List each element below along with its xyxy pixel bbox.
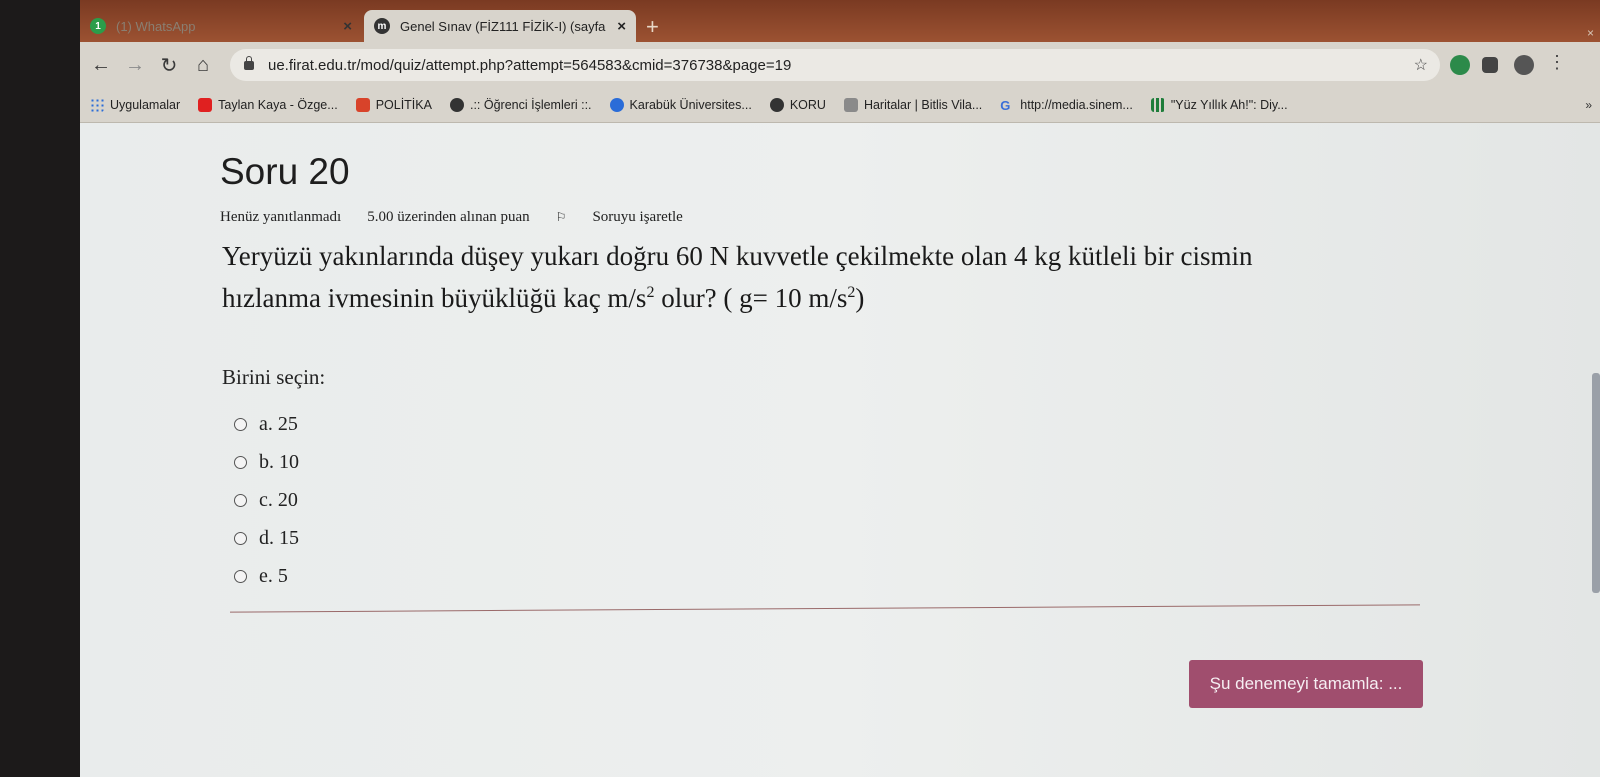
whatsapp-icon: 1 [90,18,106,34]
window-close-icon[interactable]: × [1587,26,1594,40]
lock-icon [244,55,254,70]
url-text: ue.firat.edu.tr/mod/quiz/attempt.php?att… [268,56,792,74]
question-line: Yeryüzü yakınlarında düşey yukarı doğru … [222,241,1253,271]
avatar[interactable] [1514,55,1534,75]
answer-label[interactable]: d. 15 [259,527,299,550]
bookmark-label: KORU [789,98,826,112]
circle-logo-icon [609,98,624,112]
map-logo-icon [843,98,858,112]
menu-dots-icon[interactable]: ⋮ [1548,52,1566,72]
answer-list: a. 25 b. 10 c. 20 d. 15 e. 5 [234,405,299,595]
answer-label[interactable]: b. 10 [259,451,299,474]
flag-label: Soruyu işaretle [592,209,683,225]
bookmark-item[interactable]: G http://media.sinem... [1000,98,1133,113]
answer-label[interactable]: e. 5 [259,565,288,588]
bookmark-item[interactable]: Haritalar | Bitlis Vila... [843,98,983,112]
bookmark-label: POLİTİKA [375,98,432,112]
question-fragment: ) [855,283,865,313]
reload-icon[interactable]: ↻ [152,53,186,78]
back-arrow-icon[interactable]: ← [84,54,118,77]
answer-label[interactable]: a. 25 [259,413,298,436]
extension-icon[interactable] [1450,55,1470,75]
tab-title: (1) WhatsApp [116,18,196,34]
answer-option[interactable]: c. 20 [234,481,299,519]
flag-icon: ⚐ [555,210,567,224]
bookmark-item[interactable]: .:: Öğrenci İşlemleri ::. [449,98,592,112]
bookmark-item[interactable]: Uygulamalar [90,98,180,112]
question-fragment: olur? ( g= 10 m/s [654,283,848,313]
page-title: Soru 20 [220,151,350,192]
question-status: Henüz yanıtlanmadı [220,209,342,225]
answer-option[interactable]: a. 25 [234,405,299,443]
tab-strip: 1 (1) WhatsApp × m Genel Sınav (FİZ111 F… [80,0,1600,42]
tab-quiz[interactable]: m Genel Sınav (FİZ111 FİZİK-I) (sayfa × [364,10,636,42]
youtube-icon [198,98,213,112]
radio-button[interactable] [234,531,247,545]
bookmark-item[interactable]: Karabük Üniversites... [609,98,752,112]
tab-whatsapp[interactable]: 1 (1) WhatsApp × [80,10,360,42]
close-icon[interactable]: × [343,18,352,35]
new-tab-button[interactable]: + [646,14,659,40]
answer-option[interactable]: d. 15 [234,519,299,557]
screen: 1 (1) WhatsApp × m Genel Sınav (FİZ111 F… [80,0,1600,777]
radio-button[interactable] [234,455,247,469]
scrollbar[interactable] [1592,373,1600,593]
bookmark-item[interactable]: POLİTİKA [355,98,432,112]
r-logo-icon [355,98,370,112]
question-points: 5.00 üzerinden alınan puan [367,209,530,225]
globe-icon [769,98,784,112]
radio-button[interactable] [234,569,247,583]
answer-option[interactable]: e. 5 [234,557,299,595]
bookmark-label: .:: Öğrenci İşlemleri ::. [469,98,592,112]
divider [230,604,1420,613]
bookmark-item[interactable]: "Yüz Yıllık Ah!": Diy... [1150,98,1288,112]
finish-attempt-button[interactable]: Şu denemeyi tamamla: ... [1189,660,1423,708]
bookmarks-overflow-icon[interactable]: » [1585,98,1592,112]
bars-icon [1150,98,1165,112]
moodle-icon: m [374,18,390,34]
forward-arrow-icon[interactable]: → [118,54,152,77]
question-fragment: hızlanma ivmesinin büyüklüğü kaç m/s [222,283,647,313]
globe-icon [449,98,464,112]
question-info: Henüz yanıtlanmadı 5.00 üzerinden alınan… [220,209,735,226]
quiz-page: Soru 20 Henüz yanıtlanmadı 5.00 üzerinde… [80,123,1600,777]
bookmark-star-icon[interactable]: ☆ [1414,55,1428,75]
answer-prompt: Birini seçin: [222,365,326,389]
bookmarks-bar: Uygulamalar Taylan Kaya - Özge... POLİTİ… [80,88,1600,123]
bookmark-label: "Yüz Yıllık Ah!": Diy... [1170,98,1288,112]
answer-label[interactable]: c. 20 [259,489,298,512]
close-icon[interactable]: × [617,18,626,35]
address-bar[interactable]: ue.firat.edu.tr/mod/quiz/attempt.php?att… [230,49,1440,81]
bookmark-label: Uygulamalar [110,98,181,112]
home-icon[interactable]: ⌂ [186,54,220,77]
puzzle-icon[interactable] [1482,57,1498,73]
bookmark-label: Haritalar | Bitlis Vila... [863,98,983,112]
apps-grid-icon [90,98,104,112]
answer-option[interactable]: b. 10 [234,443,299,481]
bookmark-label: Karabük Üniversites... [629,98,752,112]
question-text: Yeryüzü yakınlarında düşey yukarı doğru … [222,235,1462,319]
tab-title: Genel Sınav (FİZ111 FİZİK-I) (sayfa [400,18,606,34]
question-line: hızlanma ivmesinin büyüklüğü kaç m/s2 ol… [222,277,1462,319]
flag-question-link[interactable]: ⚐ Soruyu işaretle [556,209,709,226]
bookmark-item[interactable]: KORU [769,98,826,112]
bookmark-item[interactable]: Taylan Kaya - Özge... [198,98,338,112]
google-icon: G [1000,98,1011,113]
browser-toolbar: ← → ↻ ⌂ ue.firat.edu.tr/mod/quiz/attempt… [80,42,1600,88]
radio-button[interactable] [234,493,247,507]
bookmark-label: http://media.sinem... [1020,98,1133,112]
radio-button[interactable] [234,417,247,431]
bookmark-label: Taylan Kaya - Özge... [218,98,338,112]
